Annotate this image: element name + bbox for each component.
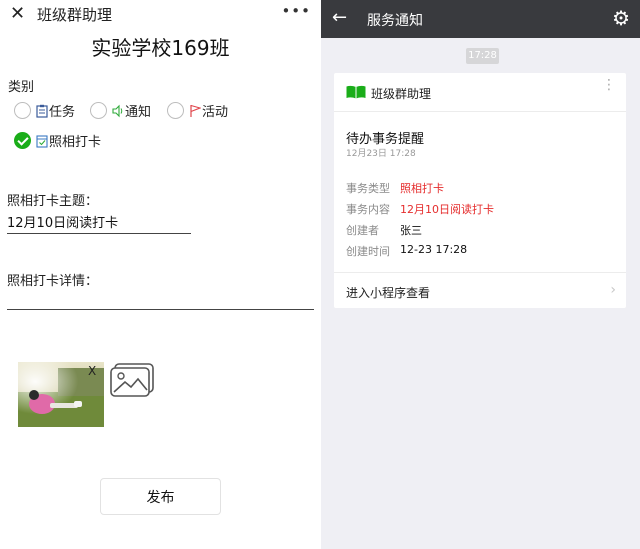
- details-input-underline: [7, 309, 314, 310]
- category-option-activity[interactable]: 活动: [167, 101, 228, 120]
- app-title: 班级群助理: [37, 6, 113, 24]
- gear-icon[interactable]: ⚙: [612, 6, 630, 30]
- open-book-icon: [346, 85, 366, 99]
- category-option-photo-checkin[interactable]: 照相打卡: [14, 131, 101, 150]
- left-panel: ✕ 班级群助理 ••• 实验学校169班 类别 任务 通知 活动 照相打卡 照相…: [0, 0, 321, 549]
- right-panel: ← 服务通知 ⚙ 17:28 班级群助理 ⋮ 待办事务提醒 12月23日 17:…: [321, 0, 640, 549]
- remove-photo-icon[interactable]: X: [88, 364, 96, 378]
- detail-key: 创建时间: [346, 245, 390, 258]
- category-option-label: 通知: [125, 105, 152, 120]
- detail-row: 创建时间 12-23 17:28: [346, 243, 467, 259]
- detail-value: 12-23 17:28: [400, 243, 468, 256]
- category-option-label: 照相打卡: [49, 135, 102, 150]
- page-title: 实验学校169班: [91, 36, 230, 60]
- card-header: 班级群助理 ⋮: [334, 73, 626, 112]
- close-icon[interactable]: ✕: [10, 3, 25, 24]
- detail-key: 创建者: [346, 224, 379, 237]
- topic-input-underline: [7, 233, 191, 234]
- more-options-icon[interactable]: •••: [281, 2, 311, 20]
- open-mini-program-link[interactable]: 进入小程序查看 ›: [334, 272, 626, 309]
- details-label: 照相打卡详情：: [7, 274, 99, 289]
- card-menu-icon[interactable]: ⋮: [602, 78, 616, 92]
- speaker-icon: [112, 104, 123, 117]
- clipboard-icon: [36, 104, 48, 118]
- details-input[interactable]: [7, 290, 313, 308]
- detail-row: 事务类型 照相打卡: [346, 180, 444, 196]
- back-arrow-icon[interactable]: ←: [332, 7, 347, 28]
- category-option-task[interactable]: 任务: [14, 101, 75, 120]
- topic-input[interactable]: 12月10日阅读打卡: [7, 212, 118, 231]
- radio-button[interactable]: [14, 102, 31, 119]
- detail-row: 事务内容 12月10日阅读打卡: [346, 201, 494, 217]
- detail-key: 事务类型: [346, 182, 390, 195]
- radio-button[interactable]: [90, 102, 107, 119]
- radio-button[interactable]: [167, 102, 184, 119]
- detail-value: 张三: [400, 224, 422, 237]
- notice-title: 待办事务提醒: [346, 132, 425, 147]
- radio-button-checked[interactable]: [14, 132, 31, 149]
- nav-title: 服务通知: [367, 13, 423, 29]
- card-app-name: 班级群助理: [371, 87, 432, 101]
- open-mini-program-label: 进入小程序查看: [346, 286, 431, 300]
- category-option-label: 任务: [49, 105, 76, 120]
- calendar-check-icon: [36, 134, 48, 148]
- detail-key: 事务内容: [346, 203, 390, 216]
- detail-row: 创建者 张三: [346, 222, 422, 238]
- topic-label: 照相打卡主题：: [7, 194, 99, 209]
- publish-button[interactable]: 发布: [100, 478, 221, 515]
- notification-card: 班级群助理 ⋮ 待办事务提醒 12月23日 17:28 事务类型 照相打卡 事务…: [334, 73, 626, 308]
- flag-icon: [190, 104, 201, 117]
- detail-value: 照相打卡: [400, 182, 444, 195]
- message-time-badge: 17:28: [466, 48, 499, 64]
- chevron-right-icon: ›: [610, 282, 616, 298]
- service-notice-navbar: ← 服务通知 ⚙: [321, 0, 640, 38]
- detail-value: 12月10日阅读打卡: [400, 203, 494, 216]
- category-label: 类别: [8, 80, 35, 95]
- add-image-icon[interactable]: [110, 362, 156, 398]
- left-topbar: ✕ 班级群助理 •••: [0, 0, 321, 30]
- category-option-label: 活动: [202, 105, 229, 120]
- notice-date: 12月23日 17:28: [346, 149, 416, 159]
- category-option-notice[interactable]: 通知: [90, 101, 151, 120]
